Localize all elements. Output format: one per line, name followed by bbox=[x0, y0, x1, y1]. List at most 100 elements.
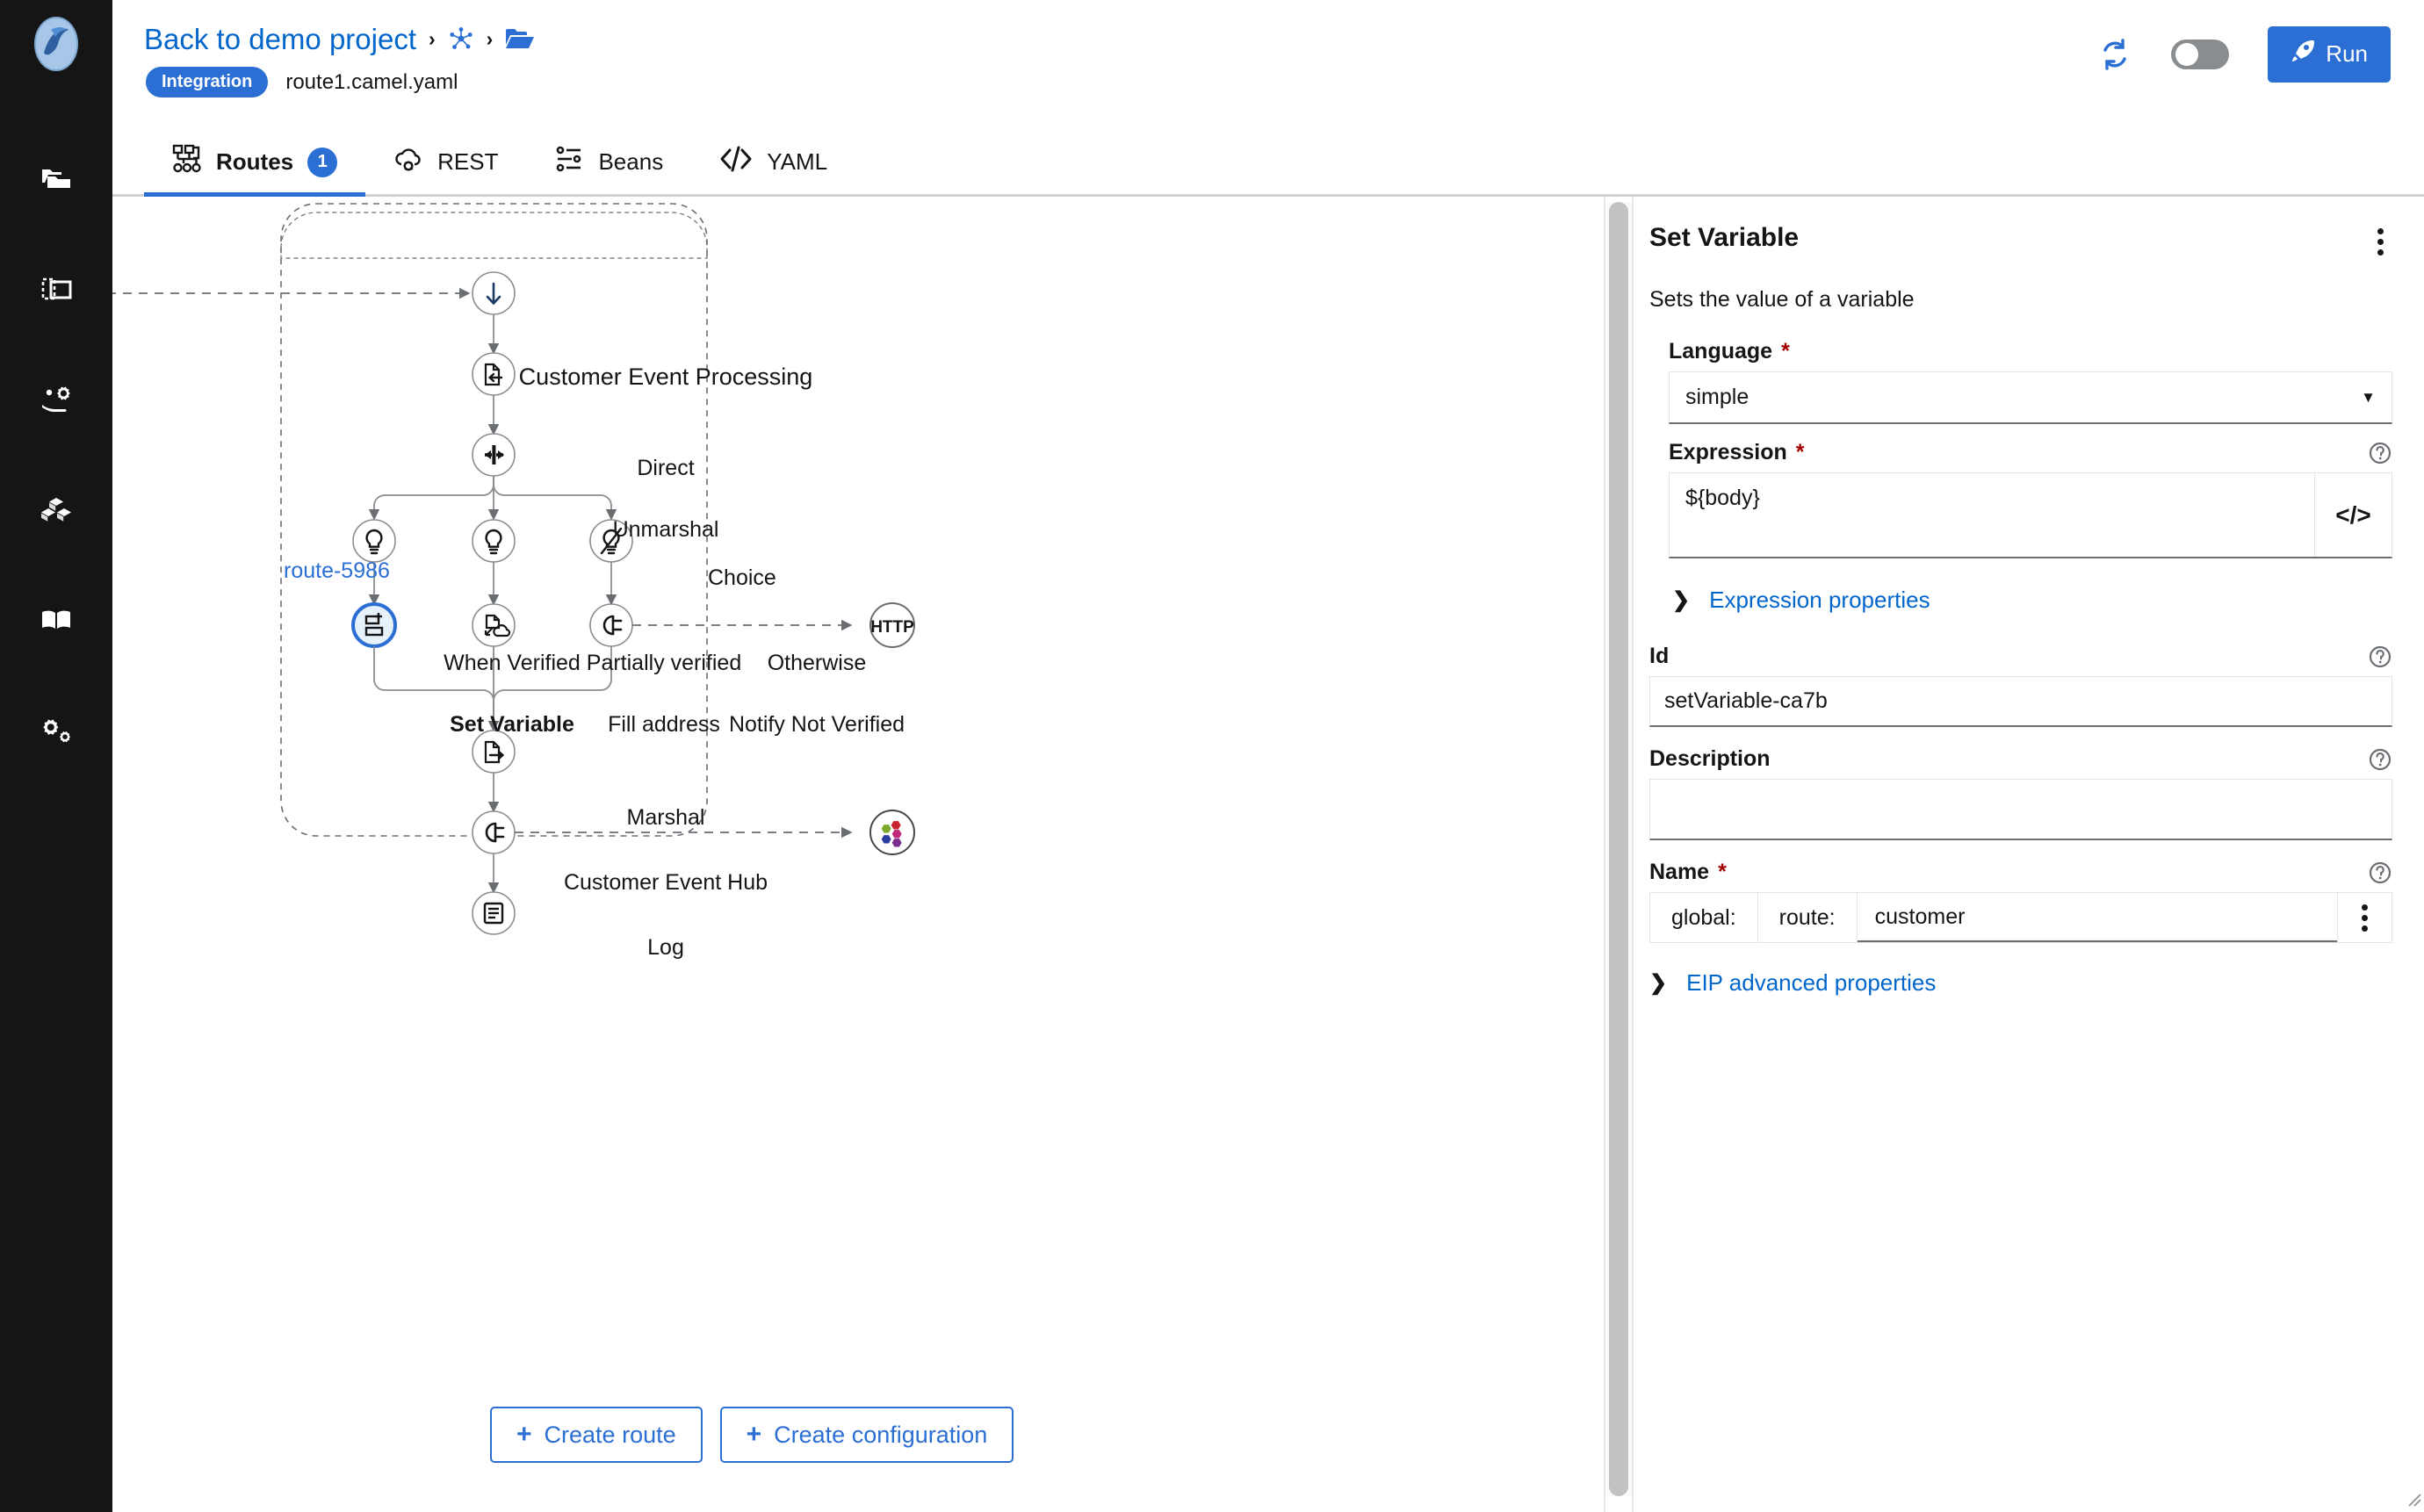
sidebar-item-blocks[interactable] bbox=[0, 455, 112, 565]
panel-header: Set Variable bbox=[1649, 223, 2392, 261]
required-marker: * bbox=[1781, 339, 1790, 364]
route-start-label[interactable]: route-5986 bbox=[284, 558, 390, 584]
description-label: Description bbox=[1649, 746, 1771, 771]
name-scope-global[interactable]: global: bbox=[1650, 893, 1758, 942]
tab-bar: Routes 1 REST Beans YAML bbox=[112, 130, 2424, 197]
sidebar-item-settings[interactable] bbox=[0, 676, 112, 787]
create-route-button[interactable]: + Create route bbox=[490, 1407, 703, 1463]
node-label-partially-verified[interactable]: Partially verified bbox=[587, 651, 741, 676]
folder-icon[interactable] bbox=[505, 26, 535, 51]
language-select-value: simple bbox=[1685, 385, 1749, 409]
scrollbar-thumb[interactable] bbox=[1609, 202, 1628, 1496]
eip-advanced-properties-label: EIP advanced properties bbox=[1686, 969, 1937, 996]
id-label-row: Id bbox=[1649, 644, 2392, 669]
node-label-marshal[interactable]: Marshal bbox=[627, 805, 705, 831]
node-label-fill-address[interactable]: Fill address bbox=[608, 712, 720, 738]
chevron-down-icon: ▼ bbox=[2361, 388, 2376, 406]
rocket-icon bbox=[2291, 39, 2315, 69]
help-icon[interactable] bbox=[2368, 441, 2392, 465]
tab-routes[interactable]: Routes 1 bbox=[144, 130, 366, 197]
canvas-actions: + Create route + Create configuration bbox=[490, 1407, 1014, 1463]
projects-icon bbox=[39, 161, 74, 196]
expression-properties-expander[interactable]: ❯ Expression properties bbox=[1649, 587, 2392, 614]
node-label-customer-event-hub[interactable]: Customer Event Hub bbox=[564, 870, 768, 896]
file-row: Integration route1.camel.yaml bbox=[144, 67, 535, 97]
sidebar-item-containers[interactable] bbox=[0, 234, 112, 344]
expression-textarea-wrap: ${body} </> bbox=[1669, 472, 2421, 1507]
expression-code-editor-button[interactable]: </> bbox=[2314, 473, 2392, 557]
dev-mode-toggle[interactable] bbox=[2171, 40, 2230, 69]
services-icon bbox=[39, 382, 74, 417]
node-label-set-variable[interactable]: Set Variable bbox=[450, 712, 574, 738]
help-icon[interactable] bbox=[2368, 747, 2392, 772]
plus-icon: + bbox=[746, 1420, 762, 1449]
node-label-notify-not-verified[interactable]: Notify Not Verified bbox=[729, 712, 905, 738]
name-label-row: Name * bbox=[1649, 860, 2392, 885]
field-name: Name * global: route: customer bbox=[1649, 860, 2392, 943]
camel-logo[interactable] bbox=[25, 12, 88, 76]
name-label: Name bbox=[1649, 860, 1710, 884]
language-select[interactable]: simple ▼ bbox=[1669, 371, 2392, 424]
language-label-row: Language * bbox=[1669, 339, 2392, 364]
tab-yaml-label: YAML bbox=[767, 148, 828, 175]
help-icon[interactable] bbox=[2368, 644, 2392, 669]
kebab-dot bbox=[2362, 904, 2368, 911]
name-input[interactable]: customer bbox=[1857, 893, 2337, 942]
sidebar-item-documentation[interactable] bbox=[0, 565, 112, 676]
node-label-choice[interactable]: Choice bbox=[708, 565, 776, 591]
gears-icon bbox=[39, 714, 74, 749]
tab-yaml[interactable]: YAML bbox=[691, 130, 855, 194]
name-kebab-menu[interactable] bbox=[2337, 893, 2392, 942]
node-label-when-verified[interactable]: When Verified bbox=[444, 651, 581, 676]
breadcrumb-separator-2: › bbox=[486, 26, 494, 50]
name-scope-route[interactable]: route: bbox=[1758, 893, 1858, 942]
tab-rest[interactable]: REST bbox=[365, 130, 526, 194]
resize-grip-icon[interactable] bbox=[2406, 1491, 2421, 1511]
header-left: Back to demo project › › Integration rou… bbox=[144, 19, 535, 97]
expression-input[interactable]: ${body} bbox=[1670, 473, 2314, 557]
help-icon[interactable] bbox=[2368, 860, 2392, 885]
breadcrumb-back-link[interactable]: Back to demo project bbox=[144, 25, 416, 54]
sidebar-item-projects[interactable] bbox=[0, 123, 112, 234]
panel-splitter[interactable] bbox=[1604, 197, 1634, 1512]
tab-routes-badge: 1 bbox=[307, 147, 338, 177]
sidebar-item-services[interactable] bbox=[0, 344, 112, 455]
field-description: Description bbox=[1649, 746, 2392, 840]
panel-title: Set Variable bbox=[1649, 223, 1800, 252]
language-label: Language bbox=[1669, 339, 1773, 364]
kebab-dot bbox=[2377, 249, 2384, 256]
file-name: route1.camel.yaml bbox=[285, 69, 458, 94]
breadcrumb-separator-1: › bbox=[429, 26, 436, 50]
node-label-unmarshal[interactable]: Unmarshal bbox=[613, 517, 719, 543]
create-route-label: Create route bbox=[544, 1421, 676, 1448]
create-configuration-button[interactable]: + Create configuration bbox=[719, 1407, 1014, 1463]
beans-icon bbox=[554, 144, 584, 180]
run-button[interactable]: Run bbox=[2268, 26, 2391, 83]
panel-description: Sets the value of a variable bbox=[1649, 287, 1915, 312]
routes-icon bbox=[172, 144, 202, 180]
panel-kebab-menu[interactable] bbox=[2369, 223, 2392, 261]
tab-beans[interactable]: Beans bbox=[526, 130, 691, 194]
kebab-dot bbox=[2377, 239, 2384, 245]
id-input[interactable]: setVariable-ca7b bbox=[1649, 676, 2392, 727]
header-actions: Run bbox=[2097, 19, 2391, 83]
node-label-log[interactable]: Log bbox=[647, 935, 684, 961]
id-label: Id bbox=[1649, 644, 1670, 668]
chevron-right-icon: ❯ bbox=[1672, 587, 1691, 612]
topology-icon[interactable] bbox=[448, 25, 474, 52]
blocks-icon bbox=[39, 493, 74, 528]
refresh-icon[interactable] bbox=[2097, 37, 2132, 72]
field-id: Id setVariable-ca7b bbox=[1649, 644, 2392, 727]
scrollbar-track[interactable] bbox=[1605, 202, 1632, 1496]
node-label-otherwise[interactable]: Otherwise bbox=[768, 651, 867, 676]
required-marker: * bbox=[1795, 440, 1805, 464]
eip-advanced-properties-expander[interactable]: ❯ EIP advanced properties bbox=[1649, 969, 2392, 997]
node-label-direct[interactable]: Direct bbox=[637, 456, 694, 481]
kebab-dot bbox=[2362, 914, 2368, 921]
code-icon bbox=[719, 145, 753, 179]
main-area: Back to demo project › › Integration rou… bbox=[112, 0, 2424, 1512]
required-marker: * bbox=[1718, 860, 1727, 884]
description-input[interactable] bbox=[1649, 779, 2392, 840]
route-canvas[interactable]: HTTP route-5986 Customer Event Processin… bbox=[112, 197, 1604, 1512]
breadcrumb: Back to demo project › › bbox=[144, 19, 535, 58]
